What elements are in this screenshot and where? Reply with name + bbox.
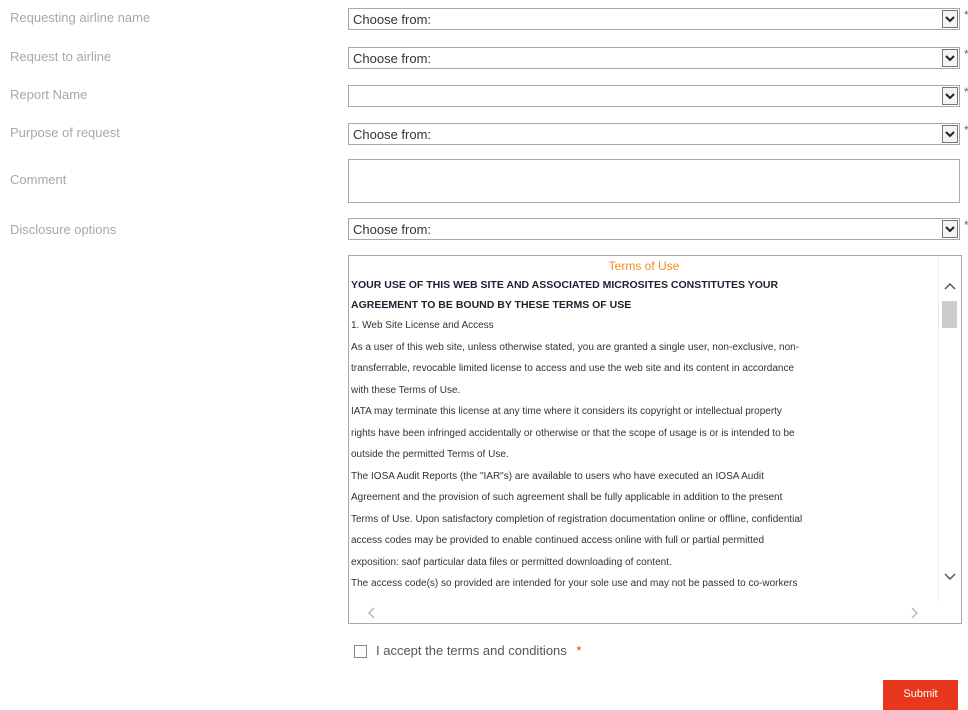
terms-line: with these Terms of Use.	[351, 384, 461, 396]
chevron-down-icon[interactable]	[942, 125, 958, 143]
label-disclosure-options: Disclosure options	[10, 222, 117, 237]
required-asterisk: *	[576, 643, 582, 658]
terms-line: exposition: saof particular data files o…	[351, 556, 672, 568]
chevron-down-icon[interactable]	[942, 87, 958, 105]
label-report-name: Report Name	[10, 87, 88, 102]
chevron-right-icon[interactable]	[909, 606, 919, 623]
chevron-down-icon[interactable]	[942, 10, 958, 28]
terms-heading-line: AGREEMENT TO BE BOUND BY THESE TERMS OF …	[351, 299, 632, 311]
terms-of-use-box[interactable]: Terms of Use YOUR USE OF THIS WEB SITE A…	[348, 255, 962, 624]
terms-title: Terms of Use	[608, 259, 680, 273]
required-asterisk: *	[964, 85, 968, 99]
chevron-up-icon[interactable]	[943, 278, 957, 296]
required-asterisk: *	[964, 8, 968, 22]
accept-terms-checkbox[interactable]	[354, 645, 367, 658]
request-to-airline-value: Choose from:	[353, 51, 432, 66]
purpose-of-request-select[interactable]: Choose from:	[348, 123, 960, 145]
submit-button[interactable]: Submit	[883, 680, 958, 710]
required-asterisk: *	[964, 123, 968, 137]
terms-line: transferrable, revocable limited license…	[351, 363, 795, 374]
terms-vertical-scrollbar[interactable]	[938, 256, 961, 602]
request-to-airline-select[interactable]: Choose from:	[348, 47, 960, 69]
scrollbar-thumb[interactable]	[942, 301, 957, 328]
accept-terms-label[interactable]: I accept the terms and conditions *	[376, 643, 581, 658]
terms-line: 1. Web Site License and Access	[351, 320, 494, 331]
report-name-select[interactable]	[348, 85, 960, 107]
purpose-of-request-value: Choose from:	[353, 127, 432, 142]
chevron-down-icon[interactable]	[942, 220, 958, 238]
terms-line: As a user of this web site, unless other…	[351, 341, 800, 353]
requesting-airline-select[interactable]: Choose from:	[348, 8, 960, 30]
terms-line: IATA may terminate this license at any t…	[351, 406, 782, 417]
chevron-down-icon[interactable]	[943, 569, 957, 587]
terms-line: outside the permitted Terms of Use.	[351, 449, 509, 460]
terms-heading-line: YOUR USE OF THIS WEB SITE AND ASSOCIATED…	[351, 279, 779, 291]
comment-textarea[interactable]	[348, 159, 960, 203]
terms-line: The IOSA Audit Reports (the "IAR"s) are …	[351, 470, 764, 482]
accept-terms-text: I accept the terms and conditions	[376, 643, 567, 658]
chevron-left-icon[interactable]	[367, 606, 377, 623]
label-requesting-airline-name: Requesting airline name	[10, 10, 151, 25]
terms-line: Agreement and the provision of such agre…	[351, 492, 783, 503]
label-request-to-airline: Request to airline	[10, 49, 112, 64]
required-asterisk: *	[964, 47, 968, 61]
label-comment: Comment	[10, 172, 67, 187]
terms-horizontal-scrollbar[interactable]	[349, 601, 939, 623]
required-asterisk: *	[964, 218, 968, 232]
disclosure-options-select[interactable]: Choose from:	[348, 218, 960, 240]
label-purpose-of-request: Purpose of request	[10, 125, 120, 140]
chevron-down-icon[interactable]	[942, 49, 958, 67]
terms-content: Terms of Use YOUR USE OF THIS WEB SITE A…	[349, 256, 939, 598]
requesting-airline-value: Choose from:	[353, 12, 432, 27]
disclosure-options-value: Choose from:	[353, 222, 432, 237]
terms-line: access codes may be provided to enable c…	[351, 535, 765, 546]
terms-line: rights have been infringed accidentally …	[351, 427, 795, 439]
terms-line: The access code(s) so provided are inten…	[351, 578, 798, 589]
terms-line: Terms of Use. Upon satisfactory completi…	[351, 513, 803, 525]
